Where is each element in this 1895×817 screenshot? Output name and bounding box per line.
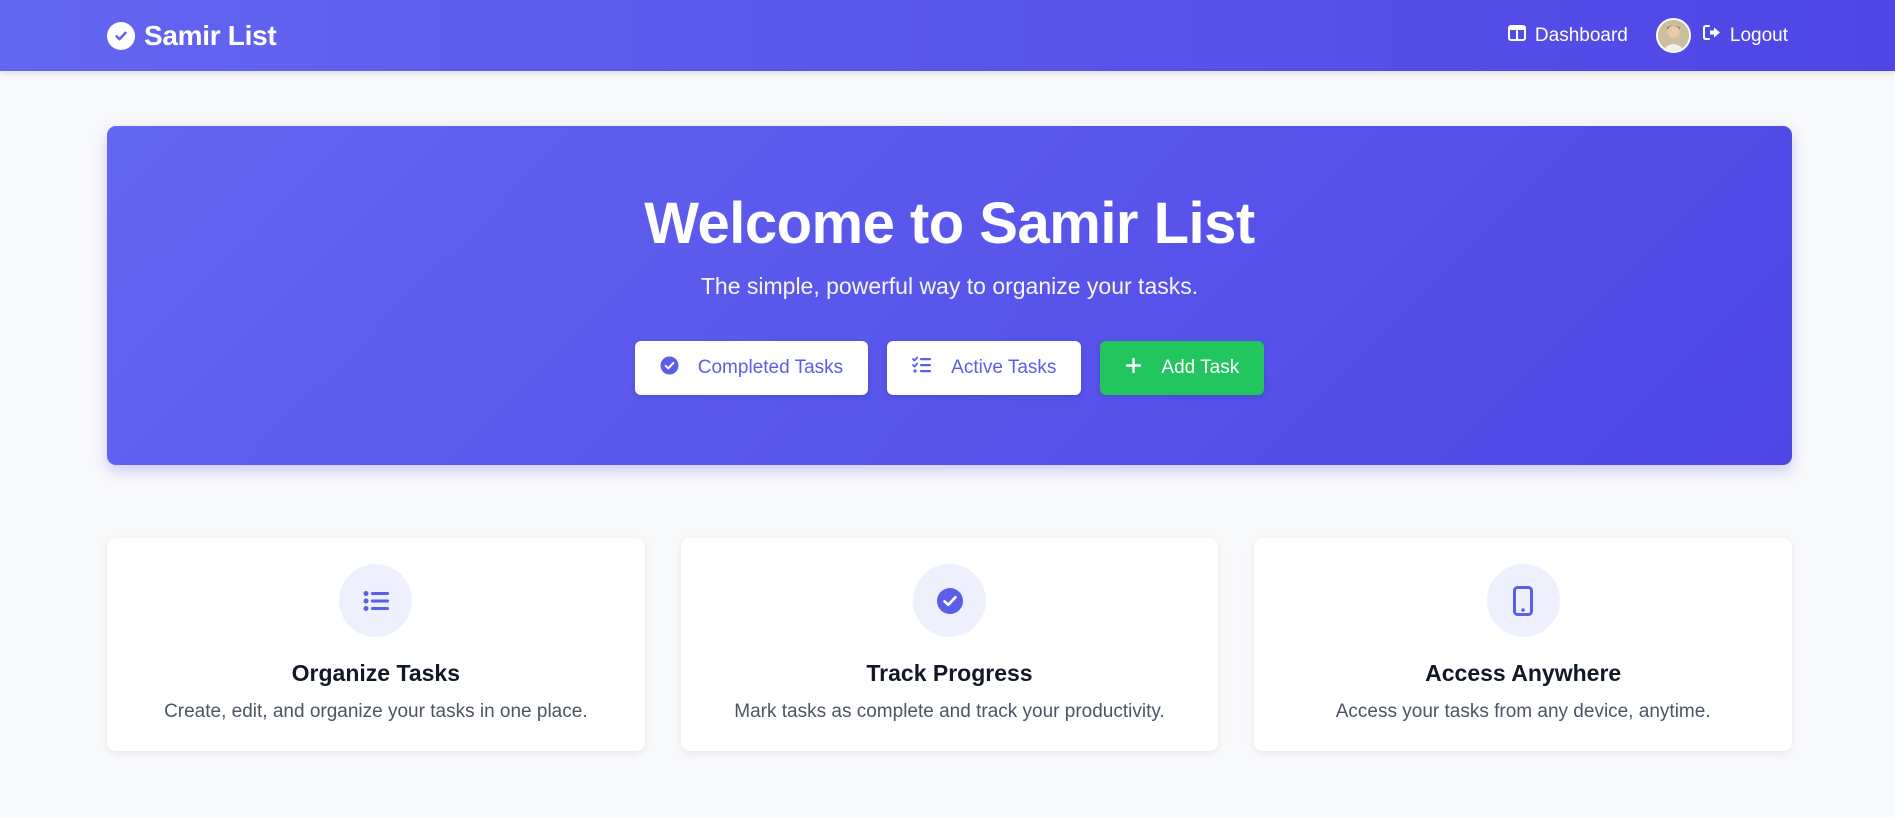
active-tasks-label: Active Tasks [951,357,1057,378]
logout-label: Logout [1729,24,1788,46]
check-circle-icon [913,564,986,637]
check-circle-icon [107,21,135,50]
feature-description: Access your tasks from any device, anyti… [1335,701,1711,722]
features: Organize Tasks Create, edit, and organiz… [107,538,1793,751]
navbar: Samir List Dashboard Logout [0,0,1895,71]
brand-title: Samir List [144,19,277,51]
brand[interactable]: Samir List [107,19,277,52]
feature-title: Organize Tasks [291,660,460,686]
list-check-icon [912,356,932,380]
dashboard-label: Dashboard [1534,24,1628,46]
feature-description: Create, edit, and organize your tasks in… [164,701,588,722]
feature-title: Track Progress [866,660,1033,686]
feature-card-track: Track Progress Mark tasks as complete an… [680,538,1219,751]
logout-link[interactable]: Logout [1702,24,1788,47]
dashboard-link[interactable]: Dashboard [1507,24,1628,47]
add-task-label: Add Task [1161,357,1240,378]
columns-icon [1507,24,1526,47]
hero-banner: Welcome to Samir List The simple, powerf… [107,126,1792,465]
feature-title: Access Anywhere [1425,660,1622,686]
nav-right: Dashboard Logout [1507,18,1788,53]
hero-subtitle: The simple, powerful way to organize you… [700,273,1199,299]
avatar[interactable] [1655,18,1691,53]
hero-buttons: Completed Tasks Active Tasks Add Task [107,341,1792,395]
list-icon [339,564,413,637]
plus-icon [1125,357,1142,380]
active-tasks-button[interactable]: Active Tasks [887,341,1082,395]
hero-title: Welcome to Samir List [644,191,1255,256]
completed-tasks-label: Completed Tasks [697,357,844,378]
check-circle-icon [660,356,679,381]
add-task-button[interactable]: Add Task [1100,341,1265,395]
mobile-icon [1486,564,1560,637]
completed-tasks-button[interactable]: Completed Tasks [634,341,869,395]
feature-card-organize: Organize Tasks Create, edit, and organiz… [107,538,645,751]
feature-card-access: Access Anywhere Access your tasks from a… [1254,538,1793,751]
logout-icon [1702,24,1721,47]
feature-description: Mark tasks as complete and track your pr… [734,701,1165,722]
